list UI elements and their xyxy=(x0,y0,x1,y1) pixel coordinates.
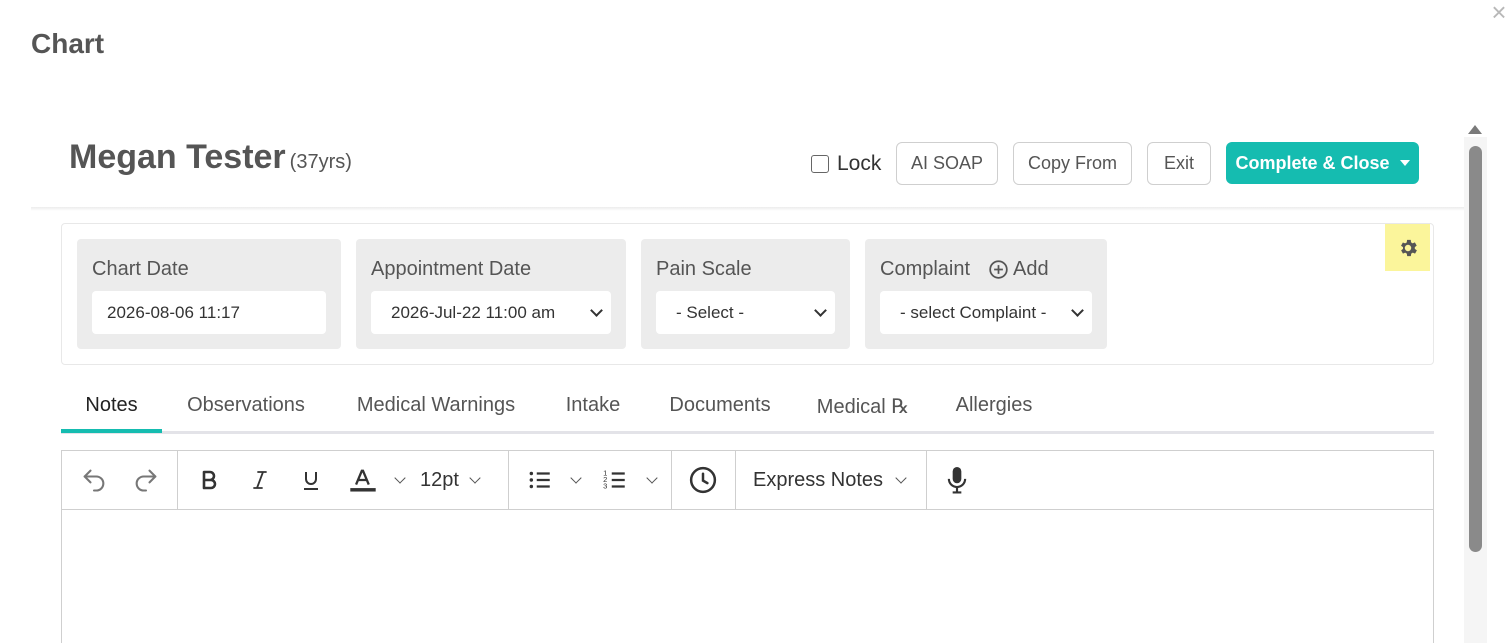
notes-text-area[interactable] xyxy=(62,510,1433,643)
bold-icon[interactable] xyxy=(194,463,224,497)
toolbar-divider xyxy=(735,451,736,509)
chart-date-input[interactable]: 2026-08-06 11:17 xyxy=(92,291,326,334)
scroll-up-icon[interactable] xyxy=(1468,125,1482,134)
chevron-down-icon xyxy=(895,471,907,484)
tab-notes[interactable]: Notes xyxy=(61,388,162,431)
complete-close-label: Complete & Close xyxy=(1235,152,1390,173)
lock-toggle[interactable]: Lock xyxy=(811,152,881,176)
pain-scale-select[interactable]: - Select - xyxy=(656,291,835,334)
appointment-date-field: Appointment Date 2026-Jul-22 11:00 am xyxy=(356,239,626,349)
complete-close-button[interactable]: Complete & Close xyxy=(1226,142,1419,184)
chevron-down-icon xyxy=(814,303,827,317)
gear-icon[interactable] xyxy=(1385,224,1430,271)
chart-tabs: Notes Observations Medical Warnings Inta… xyxy=(61,388,1434,434)
exit-button[interactable]: Exit xyxy=(1147,142,1211,185)
tab-documents[interactable]: Documents xyxy=(661,388,779,431)
copy-from-button[interactable]: Copy From xyxy=(1013,142,1132,185)
tab-intake[interactable]: Intake xyxy=(557,388,629,431)
appointment-date-select[interactable]: 2026-Jul-22 11:00 am xyxy=(371,291,611,334)
appointment-date-value: 2026-Jul-22 11:00 am xyxy=(391,302,556,322)
pain-scale-field: Pain Scale - Select - xyxy=(641,239,850,349)
italic-icon[interactable] xyxy=(245,463,275,497)
tab-medical-rx[interactable]: Medical ℞ xyxy=(811,388,915,431)
active-tab-indicator xyxy=(61,429,162,433)
lock-label: Lock xyxy=(837,152,882,175)
chevron-down-icon xyxy=(469,471,481,484)
font-size-value: 12pt xyxy=(420,468,459,491)
pain-scale-value: - Select - xyxy=(676,302,745,322)
tab-allergies[interactable]: Allergies xyxy=(948,388,1040,431)
font-color-icon[interactable] xyxy=(346,463,380,497)
underline-icon[interactable] xyxy=(296,463,326,497)
toolbar-divider xyxy=(671,451,672,509)
chart-date-field: Chart Date 2026-08-06 11:17 xyxy=(77,239,341,349)
close-icon[interactable]: × xyxy=(1488,0,1510,25)
editor-toolbar: 12pt 123 Express Notes xyxy=(62,451,1433,510)
complaint-select[interactable]: - select Complaint - xyxy=(880,291,1092,334)
chart-page: × Chart Megan Tester (37yrs) Lock AI SOAP… xyxy=(0,0,1512,643)
redo-icon[interactable] xyxy=(128,463,164,497)
patient-name: Megan Tester (37yrs) xyxy=(69,138,352,177)
complaint-label: Complaint xyxy=(880,258,971,280)
plus-circle-icon xyxy=(989,260,1008,279)
header-divider xyxy=(31,207,1464,211)
complaint-label-row: Complaint Add xyxy=(880,258,1049,281)
chart-date-label: Chart Date xyxy=(92,258,189,280)
tab-observations[interactable]: Observations xyxy=(176,388,316,431)
appointment-date-label: Appointment Date xyxy=(371,258,532,280)
chevron-down-icon[interactable] xyxy=(390,463,410,497)
svg-text:3: 3 xyxy=(603,482,607,491)
undo-icon[interactable] xyxy=(76,463,112,497)
caret-down-icon[interactable] xyxy=(1399,160,1410,166)
complaint-value: - select Complaint - xyxy=(900,302,1047,322)
add-complaint-button[interactable]: Add xyxy=(988,258,1049,281)
bullet-list-icon[interactable] xyxy=(524,463,556,497)
complaint-field: Complaint Add - select Complaint - xyxy=(865,239,1107,349)
scrollbar-thumb[interactable] xyxy=(1469,146,1482,552)
toolbar-divider xyxy=(177,451,178,509)
chevron-down-icon[interactable] xyxy=(642,463,662,497)
lock-checkbox[interactable] xyxy=(811,155,829,173)
patient-age: (37yrs) xyxy=(289,151,352,173)
ai-soap-button[interactable]: AI SOAP xyxy=(896,142,998,185)
toolbar-divider xyxy=(926,451,927,509)
page-title: Chart xyxy=(31,28,105,59)
numbered-list-icon[interactable]: 123 xyxy=(599,463,631,497)
chevron-down-icon xyxy=(590,303,603,317)
express-notes-select[interactable]: Express Notes xyxy=(753,463,913,497)
font-size-select[interactable]: 12pt xyxy=(420,463,492,497)
express-notes-label: Express Notes xyxy=(753,468,884,491)
patient-name-text: Megan Tester xyxy=(69,138,286,176)
chevron-down-icon xyxy=(1071,303,1084,317)
notes-editor: 12pt 123 Express Notes xyxy=(61,450,1434,643)
chevron-down-icon[interactable] xyxy=(566,463,586,497)
toolbar-divider xyxy=(508,451,509,509)
microphone-icon[interactable] xyxy=(940,463,974,497)
clock-icon[interactable] xyxy=(686,463,720,497)
add-complaint-label: Add xyxy=(1013,258,1049,280)
tab-medical-warnings[interactable]: Medical Warnings xyxy=(349,388,523,431)
pain-scale-label: Pain Scale xyxy=(656,258,752,280)
